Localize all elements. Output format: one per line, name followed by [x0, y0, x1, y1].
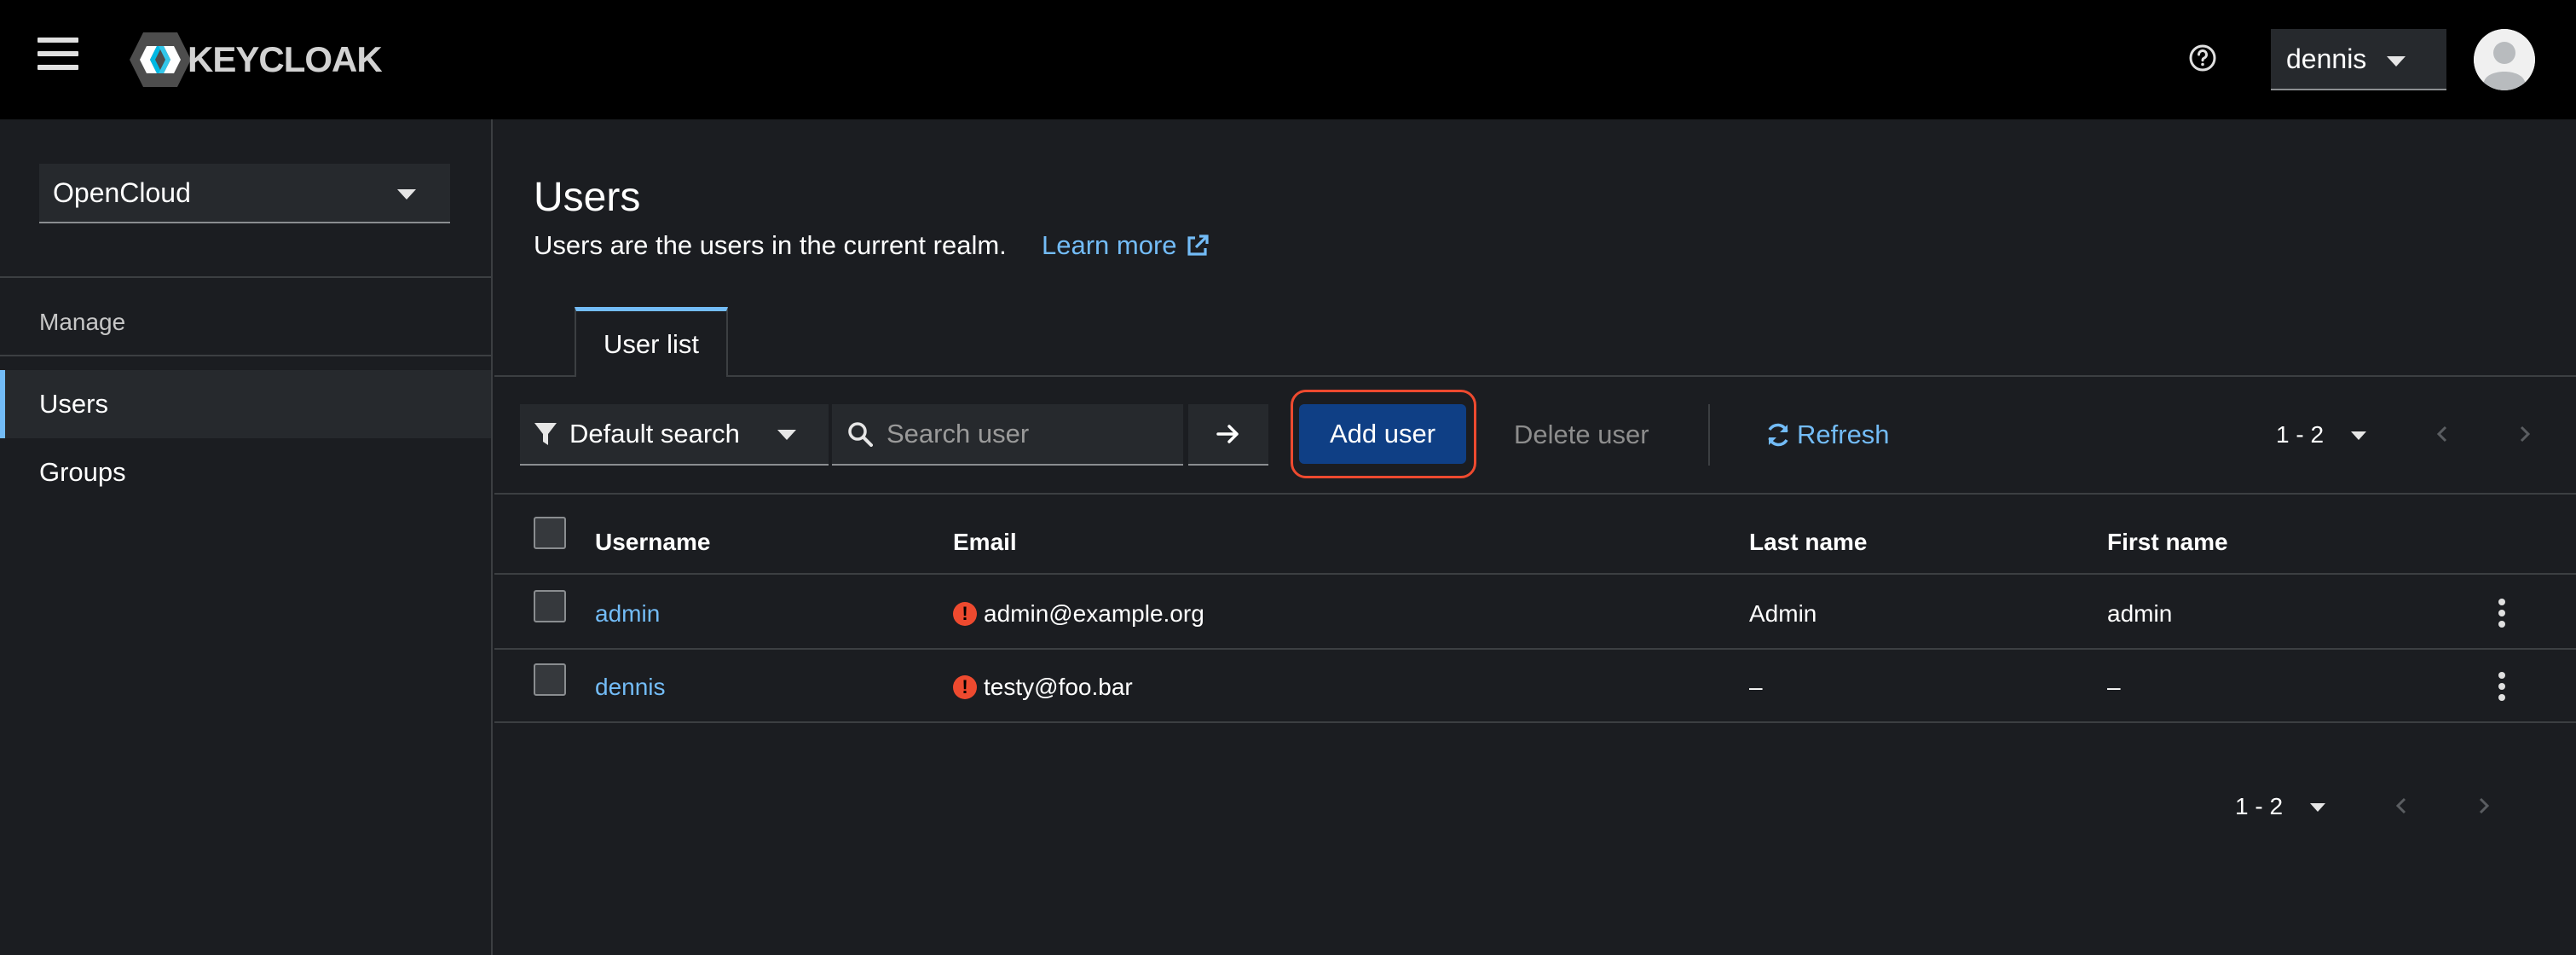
sidebar-divider [0, 355, 491, 356]
email-cell: ! admin@example.org [953, 600, 1204, 628]
refresh-icon [1768, 423, 1788, 447]
first-name-cell: – [2107, 674, 2121, 700]
delete-user-button[interactable]: Delete user [1514, 404, 1649, 466]
column-header-email[interactable]: Email [953, 529, 1017, 556]
learn-more-label: Learn more [1042, 230, 1177, 260]
exclamation-circle-icon: ! [953, 602, 977, 626]
user-name: dennis [2286, 43, 2367, 74]
main-content: Users Users are the users in the current… [494, 119, 2576, 955]
chevron-down-icon[interactable] [2310, 803, 2325, 812]
chevron-down-icon [777, 430, 796, 440]
help-icon[interactable] [2187, 43, 2218, 73]
realm-selector[interactable]: OpenCloud [39, 164, 450, 223]
tab-label: User list [604, 328, 699, 359]
masthead: KEYCLOAK dennis [0, 0, 2576, 119]
refresh-label: Refresh [1797, 420, 1890, 449]
toolbar-divider [1708, 404, 1710, 466]
add-user-button[interactable]: Add user [1299, 404, 1466, 464]
sidebar-item-groups[interactable]: Groups [0, 438, 491, 506]
column-header-username[interactable]: Username [595, 529, 710, 556]
next-page-icon[interactable] [2471, 793, 2497, 819]
nav-section-title: Manage [39, 309, 126, 335]
kebab-menu-icon[interactable] [2493, 672, 2510, 706]
logo-text: KEYCLOAK [188, 39, 383, 79]
user-avatar-icon [2474, 29, 2535, 90]
email-cell: ! testy@foo.bar [953, 674, 1133, 701]
first-name-cell: admin [2107, 600, 2173, 627]
previous-page-icon[interactable] [2388, 793, 2414, 819]
sidebar-item-label: Users [39, 389, 108, 419]
refresh-button[interactable]: Refresh [1765, 404, 1890, 466]
table-row-divider [494, 648, 2576, 650]
username-link[interactable]: admin [595, 600, 660, 628]
column-header-first-name[interactable]: First name [2107, 529, 2228, 556]
pagination-range[interactable]: 1 - 2 [2235, 793, 2283, 820]
sidebar: OpenCloud Manage Users Groups [0, 119, 493, 955]
exclamation-circle-icon: ! [953, 675, 977, 699]
table-row-divider [494, 721, 2576, 723]
user-dropdown[interactable]: dennis [2271, 29, 2446, 90]
external-link-icon [1187, 234, 1209, 256]
arrow-right-icon [1216, 425, 1239, 443]
filter-icon [534, 423, 557, 445]
learn-more-link[interactable]: Learn more [1042, 230, 1211, 261]
search-icon [848, 422, 873, 447]
next-page-icon[interactable] [2512, 421, 2538, 447]
search-type-label: Default search [569, 419, 740, 449]
select-all-checkbox[interactable] [534, 517, 566, 549]
search-input[interactable]: Search user [832, 404, 1183, 466]
kebab-menu-icon[interactable] [2493, 599, 2510, 633]
page-description: Users are the users in the current realm… [534, 230, 1007, 260]
search-submit-button[interactable] [1188, 404, 1268, 466]
search-type-dropdown[interactable]: Default search [520, 404, 829, 466]
table-divider [494, 573, 2576, 575]
realm-name: OpenCloud [53, 177, 191, 208]
column-header-last-name[interactable]: Last name [1749, 529, 1868, 556]
avatar[interactable] [2474, 29, 2535, 90]
hamburger-menu-icon[interactable] [38, 38, 78, 78]
last-name-cell: – [1749, 674, 1763, 700]
row-checkbox[interactable] [534, 663, 566, 696]
last-name-cell: Admin [1749, 600, 1817, 627]
sidebar-item-label: Groups [39, 457, 126, 487]
keycloak-logo[interactable]: KEYCLOAK [128, 31, 383, 89]
table-divider [494, 493, 2576, 495]
chevron-down-icon [2387, 56, 2406, 67]
username-link[interactable]: dennis [595, 674, 666, 701]
keycloak-logo-icon [130, 32, 191, 87]
email-value: admin@example.org [984, 600, 1204, 627]
sidebar-divider [0, 276, 491, 278]
row-checkbox[interactable] [534, 590, 566, 622]
tab-user-list[interactable]: User list [575, 307, 728, 377]
sidebar-item-users[interactable]: Users [0, 370, 491, 438]
chevron-down-icon [397, 189, 416, 200]
search-placeholder: Search user [887, 419, 1030, 449]
pagination-range[interactable]: 1 - 2 [2276, 421, 2324, 449]
chevron-down-icon[interactable] [2351, 431, 2366, 440]
tab-bar [494, 375, 2576, 377]
page-title: Users [534, 175, 641, 220]
previous-page-icon[interactable] [2429, 421, 2455, 447]
email-value: testy@foo.bar [984, 674, 1133, 700]
